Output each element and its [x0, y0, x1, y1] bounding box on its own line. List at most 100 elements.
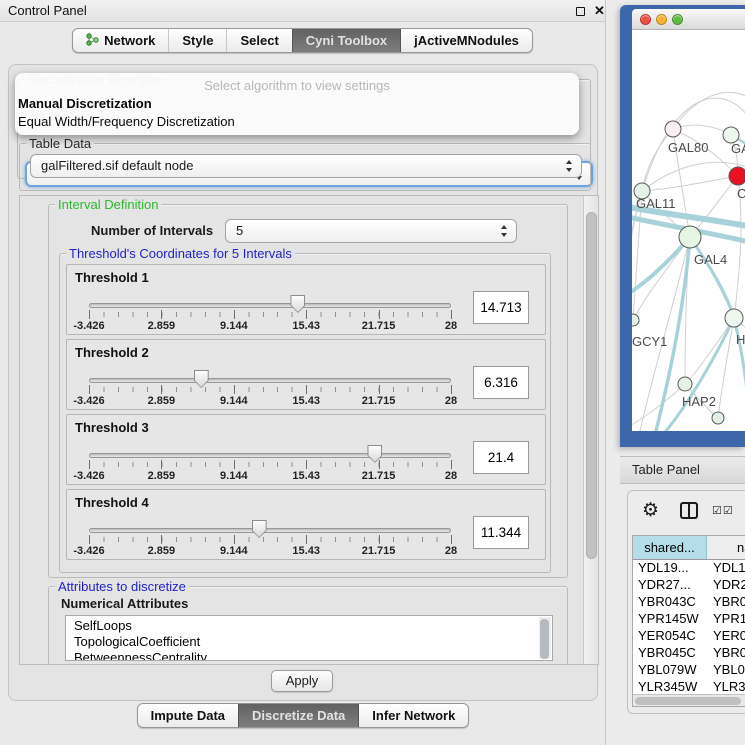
slider-handle[interactable] — [290, 295, 305, 313]
table-row[interactable]: YBR043CYBR0 — [633, 594, 745, 611]
table-row[interactable]: YDR27...YDR2 — [633, 577, 745, 594]
cell-shared-name: YBR045C — [633, 645, 707, 662]
slider-handle[interactable] — [252, 520, 267, 538]
horizontal-scrollbar[interactable] — [633, 694, 745, 706]
slider-ticks — [89, 537, 451, 542]
network-node-gal4[interactable] — [679, 226, 701, 248]
close-traffic-light[interactable] — [640, 14, 651, 25]
threshold-slider[interactable]: -3.4262.8599.14415.4321.71528 — [89, 518, 451, 560]
table-row[interactable]: YBL079WYBL0 — [633, 662, 745, 679]
network-canvas[interactable]: GAL80GACGAL11GAL4GCY1HHAP2 — [632, 30, 745, 431]
threshold-slider[interactable]: -3.4262.8599.14415.4321.71528 — [89, 293, 451, 335]
attribute-list-item[interactable]: TopologicalCoefficient — [66, 634, 552, 650]
network-node-hap2[interactable] — [678, 377, 692, 391]
tab-label: Infer Network — [372, 708, 455, 723]
number-of-intervals-label: Number of Intervals — [91, 223, 213, 238]
threshold-slider[interactable]: -3.4262.8599.14415.4321.71528 — [89, 443, 451, 485]
slider-track[interactable] — [89, 528, 451, 533]
popup-item-manual-discretization[interactable]: Manual Discretization — [18, 96, 152, 111]
slider-ticks — [89, 312, 451, 317]
tab-discretize-data[interactable]: Discretize Data — [238, 704, 358, 727]
slider-ticks — [89, 387, 451, 392]
slider-track[interactable] — [89, 453, 451, 458]
table-row[interactable]: YDL19...YDL1 — [633, 560, 745, 577]
network-window-titlebar[interactable] — [632, 9, 745, 30]
close-icon[interactable]: ✕ — [594, 3, 605, 19]
threshold-label: Threshold 4 — [75, 495, 149, 510]
table-data-group: Table Data galFiltered.sif default node — [19, 143, 591, 191]
control-panel: Control Panel ✕ NetworkStyleSelectCyni T… — [0, 0, 606, 745]
table-panel-toolbar: ⚙ ☑☑ — [628, 491, 745, 533]
network-node-c[interactable] — [729, 167, 745, 185]
popup-item-equal-width-frequency[interactable]: Equal Width/Frequency Discretization — [18, 114, 235, 129]
threshold-value-field[interactable] — [473, 516, 529, 549]
panel-title: Control Panel — [8, 0, 87, 22]
slider-handle[interactable] — [367, 445, 382, 463]
numerical-attributes-label: Numerical Attributes — [61, 596, 188, 611]
tab-impute-data[interactable]: Impute Data — [138, 704, 238, 727]
thresholds-group-label: Threshold's Coordinates for 5 Intervals — [66, 246, 295, 261]
node-table: shared... na YDL19...YDL1YDR27...YDR2YBR… — [632, 535, 745, 707]
tick-label: 2.859 — [148, 470, 176, 482]
column-header-shared-name[interactable]: shared... — [633, 536, 707, 559]
table-data-label: Table Data — [26, 136, 94, 151]
threshold-slider[interactable]: -3.4262.8599.14415.4321.71528 — [89, 368, 451, 410]
tab-select[interactable]: Select — [226, 29, 291, 52]
table-panel-header: Table Panel — [620, 456, 745, 484]
tick-label: 2.859 — [148, 545, 176, 557]
threshold-panel: Threshold 4 -3.4262.8599.14415.4321.7152… — [66, 489, 546, 560]
node-label: GCY1 — [632, 334, 667, 349]
settings-gear-icon[interactable]: ⚙ — [642, 499, 659, 522]
attributes-listbox[interactable]: SelfLoopsTopologicalCoefficientBetweenne… — [65, 615, 553, 661]
network-node[interactable] — [712, 412, 724, 424]
column-header-name[interactable]: na — [707, 536, 745, 559]
show-columns-icon[interactable]: ☑☑ — [712, 504, 734, 517]
attribute-list-item[interactable]: SelfLoops — [66, 618, 552, 634]
scrollbar-thumb[interactable] — [635, 697, 741, 705]
tab-cyni-toolbox[interactable]: Cyni Toolbox — [292, 29, 400, 52]
tab-jactivemnodules[interactable]: jActiveMNodules — [400, 29, 532, 52]
network-node-gcy1[interactable] — [632, 314, 639, 326]
threshold-value-field[interactable] — [473, 441, 529, 474]
network-graph[interactable]: GAL80GACGAL11GAL4GCY1HHAP2 — [632, 30, 745, 431]
tick-label: 9.144 — [220, 395, 248, 407]
minimize-traffic-light[interactable] — [656, 14, 667, 25]
table-header-row: shared... na — [633, 536, 745, 560]
table-row[interactable]: YPR145WYPR1 — [633, 611, 745, 628]
tick-label: 2.859 — [148, 320, 176, 332]
network-node-h[interactable] — [725, 309, 743, 327]
node-label: GAL80 — [668, 140, 708, 155]
threshold-value-field[interactable] — [473, 291, 529, 324]
split-columns-icon[interactable] — [680, 502, 698, 519]
control-panel-titlebar: Control Panel ✕ — [0, 0, 605, 22]
interval-definition-label: Interval Definition — [55, 197, 161, 212]
number-of-intervals-combobox[interactable]: 5 — [225, 219, 517, 243]
attribute-list-item[interactable]: BetweennessCentrality — [66, 650, 552, 661]
slider-track[interactable] — [89, 378, 451, 383]
threshold-value-field[interactable] — [473, 366, 529, 399]
slider-track[interactable] — [89, 303, 451, 308]
scrollbar-thumb[interactable] — [540, 619, 549, 659]
tab-network[interactable]: Network — [73, 29, 168, 52]
tab-style[interactable]: Style — [168, 29, 226, 52]
float-window-icon[interactable] — [576, 7, 585, 16]
network-node-gal80[interactable] — [665, 121, 681, 137]
cell-name: YBL0 — [707, 662, 745, 679]
cell-shared-name: YER054C — [633, 628, 707, 645]
zoom-traffic-light[interactable] — [672, 14, 683, 25]
scrollbar-thumb[interactable] — [586, 212, 597, 559]
list-scrollbar[interactable] — [539, 617, 551, 659]
slider-handle[interactable] — [194, 370, 209, 388]
apply-button[interactable]: Apply — [271, 670, 333, 692]
node-label: HAP2 — [682, 394, 716, 409]
tick-label: 28 — [445, 395, 457, 407]
tab-infer-network[interactable]: Infer Network — [358, 704, 468, 727]
tick-label: -3.426 — [73, 320, 104, 332]
vertical-scrollbar[interactable] — [583, 196, 598, 664]
table-row[interactable]: YBR045CYBR0 — [633, 645, 745, 662]
table-data-combobox[interactable]: galFiltered.sif default node — [30, 154, 582, 178]
thresholds-group: Threshold's Coordinates for 5 Intervals … — [59, 253, 551, 573]
table-row[interactable]: YER054CYER0 — [633, 628, 745, 645]
node-label: H — [736, 332, 745, 347]
network-view-window[interactable]: GAL80GACGAL11GAL4GCY1HHAP2 — [620, 5, 745, 447]
